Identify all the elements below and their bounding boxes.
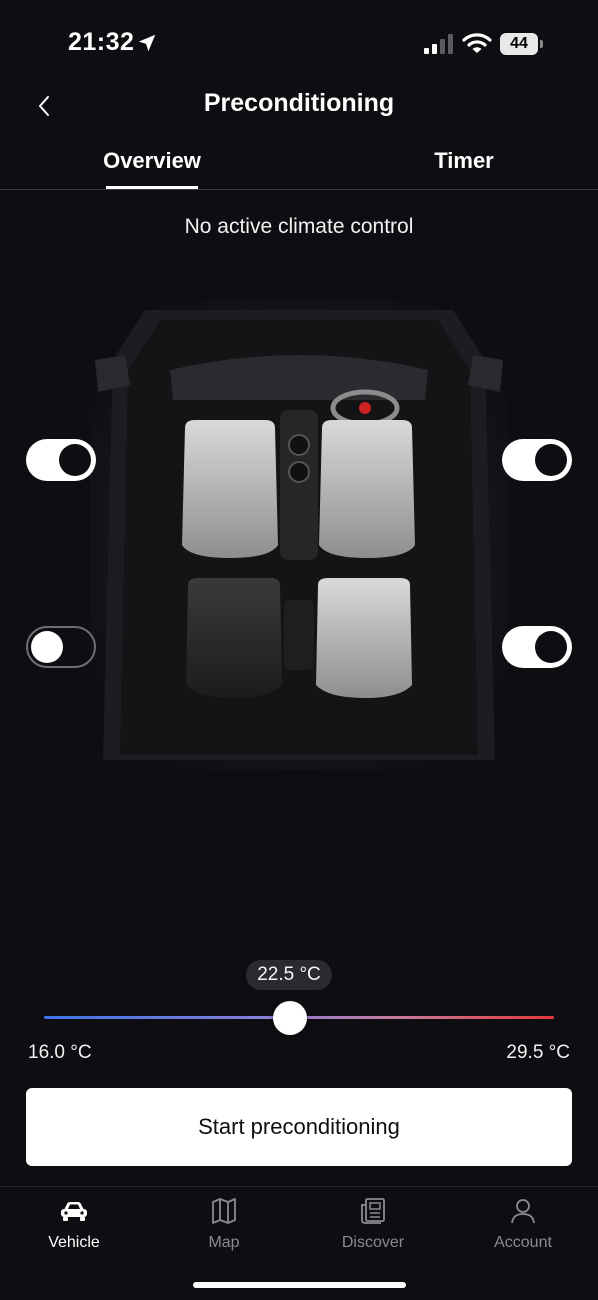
location-arrow-icon [138, 34, 156, 52]
tab-timer[interactable]: Timer [420, 148, 508, 174]
nav-item-account[interactable]: Account [463, 1196, 583, 1252]
battery-tip [540, 40, 543, 48]
tabs-divider [0, 189, 598, 190]
car-interior-image [90, 300, 508, 770]
nav-label-discover: Discover [341, 1234, 405, 1251]
nav-item-vehicle[interactable]: Vehicle [14, 1196, 134, 1252]
nav-label-map: Map [208, 1234, 240, 1251]
toggle-knob [535, 444, 567, 476]
tab-overview[interactable]: Overview [100, 148, 204, 174]
battery-level: 44 [500, 33, 538, 55]
temperature-max-label: 29.5 °C [506, 1042, 570, 1063]
rear-right-seat-toggle[interactable] [502, 626, 572, 668]
car-icon [61, 1202, 87, 1221]
bottom-nav-divider [0, 1186, 598, 1187]
map-icon [212, 1198, 236, 1224]
rear-left-seat-toggle[interactable] [26, 626, 96, 668]
back-button[interactable] [30, 90, 58, 122]
climate-status-text: No active climate control [184, 215, 414, 238]
cellular-signal-icon [424, 34, 453, 54]
status-time: 21:32 [68, 28, 135, 56]
toggle-knob [535, 631, 567, 663]
nav-label-vehicle: Vehicle [48, 1234, 100, 1251]
toggle-knob [59, 444, 91, 476]
current-temperature-badge: 22.5 °C [246, 960, 332, 990]
nav-label-account: Account [494, 1234, 552, 1251]
temperature-min-label: 16.0 °C [28, 1042, 92, 1063]
chevron-left-icon [39, 96, 49, 116]
toggle-knob [31, 631, 63, 663]
news-icon [361, 1198, 385, 1224]
temperature-slider-thumb[interactable] [272, 1001, 307, 1035]
battery-indicator: 44 [500, 33, 544, 55]
start-preconditioning-button[interactable]: Start preconditioning [26, 1088, 572, 1166]
home-indicator [193, 1282, 406, 1288]
user-icon [511, 1199, 535, 1224]
nav-item-map[interactable]: Map [164, 1196, 284, 1252]
nav-item-discover[interactable]: Discover [313, 1196, 433, 1252]
front-left-seat-toggle[interactable] [26, 439, 96, 481]
wifi-icon [462, 33, 492, 53]
front-right-seat-toggle[interactable] [502, 439, 572, 481]
page-title: Preconditioning [203, 89, 395, 117]
status-bar: 21:32 44 [0, 0, 598, 88]
